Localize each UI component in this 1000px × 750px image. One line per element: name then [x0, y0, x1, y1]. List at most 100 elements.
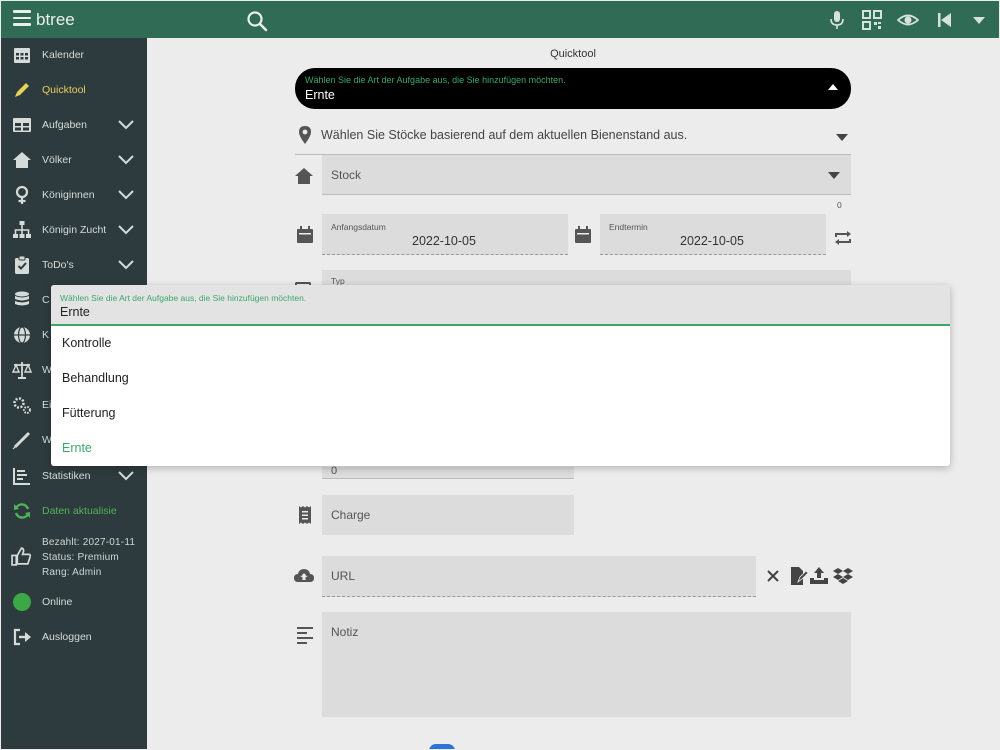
- end-date-value: 2022-10-05: [680, 234, 744, 248]
- type-field[interactable]: Typ: [322, 270, 851, 286]
- home-icon: [13, 152, 31, 168]
- microphone-icon[interactable]: [827, 10, 847, 30]
- sidebar-item-label: Ausloggen: [42, 631, 92, 643]
- sidebar-item-label: Königin Zucht: [42, 224, 107, 236]
- dropbox-icon[interactable]: [833, 566, 853, 586]
- location-select[interactable]: Wählen Sie Stöcke basierend auf dem aktu…: [295, 122, 851, 155]
- caret-down-icon[interactable]: [969, 10, 989, 30]
- toggle-switch[interactable]: [429, 744, 455, 749]
- table-icon: [13, 118, 31, 132]
- chevron-down-icon: [118, 471, 134, 481]
- status-dot-icon: [13, 593, 31, 611]
- task-type-label: Wählen Sie die Art der Aufgabe aus, die …: [305, 75, 566, 85]
- dropdown-option-kontrolle[interactable]: Kontrolle: [62, 336, 111, 350]
- calendar-icon: [575, 226, 591, 243]
- batch-placeholder: Charge: [331, 508, 371, 522]
- calendar-icon: [297, 226, 313, 243]
- url-placeholder: URL: [331, 569, 356, 583]
- align-left-icon: [297, 627, 313, 644]
- amount-value: 0: [331, 465, 338, 477]
- chevron-down-icon: [118, 190, 134, 200]
- search-icon[interactable]: [246, 10, 268, 32]
- caret-down-icon: [836, 134, 848, 141]
- task-type-dropdown: Wählen Sie die Art der Aufgabe aus, die …: [51, 285, 950, 466]
- batch-field[interactable]: Charge: [322, 495, 574, 535]
- caret-down-icon: [828, 172, 840, 179]
- sidebar-item-label: Statistiken: [42, 470, 91, 482]
- sidebar-item-label: Daten aktualisieren: [42, 505, 117, 517]
- dropdown-label: Wählen Sie die Art der Aufgabe aus, die …: [60, 293, 307, 303]
- hive-select-value: Stock: [331, 168, 362, 182]
- sidebar-item-label: Völker: [42, 154, 72, 166]
- dropdown-option-fuetterung[interactable]: Fütterung: [62, 406, 116, 420]
- sidebar-item-ausloggen[interactable]: Ausloggen: [1, 622, 147, 652]
- end-date-field[interactable]: Endtermin 2022-10-05: [600, 214, 826, 255]
- sidebar-item-aufgaben[interactable]: Aufgaben: [1, 110, 147, 140]
- upload-icon[interactable]: [809, 566, 829, 586]
- globe-icon: [14, 326, 30, 344]
- sidebar-item-todos[interactable]: ToDo's: [1, 250, 147, 280]
- dropdown-option-behandlung[interactable]: Behandlung: [62, 371, 129, 385]
- start-date-field[interactable]: Anfangsdatum 2022-10-05: [322, 214, 568, 255]
- sidebar-item-quicktool[interactable]: Quicktool: [1, 75, 147, 105]
- sidebar-item-label: Quicktool: [42, 84, 86, 96]
- app-title: btree: [36, 10, 75, 29]
- page-title: Quicktool: [550, 48, 596, 60]
- cogs-icon: [13, 397, 31, 414]
- scale-icon: [12, 362, 32, 379]
- pencil-icon: [15, 83, 29, 97]
- dropdown-option-ernte[interactable]: Ernte: [62, 441, 92, 455]
- sidebar-item-daten-aktualisieren[interactable]: Daten aktualisieren: [1, 496, 147, 526]
- note-field[interactable]: Notiz: [322, 612, 851, 717]
- sidebar-item-kalender[interactable]: Kalender: [1, 40, 147, 70]
- task-type-select[interactable]: Wählen Sie die Art der Aufgabe aus, die …: [295, 68, 851, 109]
- female-icon: [15, 185, 29, 204]
- sidebar-item-label: ToDo's: [42, 259, 74, 271]
- calendar-icon: [14, 48, 30, 63]
- chart-icon: [13, 468, 30, 485]
- menu-icon[interactable]: [13, 10, 31, 28]
- repeat-icon[interactable]: [833, 228, 853, 248]
- sidebar-item-label: Aufgaben: [42, 119, 87, 131]
- sidebar-item-koeniginnen[interactable]: Königinnen: [1, 180, 147, 210]
- account-rank: Rang: Admin: [42, 567, 102, 578]
- file-edit-icon[interactable]: [788, 566, 808, 586]
- clear-icon[interactable]: [765, 568, 781, 584]
- note-placeholder: Notiz: [331, 625, 359, 639]
- amount-field[interactable]: 0: [322, 465, 574, 479]
- receipt-icon: [299, 506, 311, 524]
- sidebar-item-label: Kalender: [42, 49, 85, 61]
- logout-icon: [13, 628, 31, 646]
- database-icon: [15, 291, 29, 306]
- dropdown-value: Ernte: [60, 305, 90, 319]
- location-hint: Wählen Sie Stöcke basierend auf dem aktu…: [321, 128, 688, 142]
- sidebar-item-label: Königinnen: [42, 189, 95, 201]
- chevron-down-icon: [118, 260, 134, 270]
- url-field[interactable]: URL: [322, 556, 756, 597]
- hive-count: 0: [837, 200, 842, 210]
- qr-code-icon[interactable]: [862, 10, 882, 30]
- account-paid: Bezahlt: 2027-01-11: [42, 537, 136, 548]
- start-date-label: Anfangsdatum: [331, 222, 386, 232]
- thumbs-up-icon: [11, 547, 32, 566]
- cloud-upload-icon: [294, 569, 314, 582]
- sidebar-item-voelker[interactable]: Völker: [1, 145, 147, 175]
- caret-up-icon: [828, 84, 838, 90]
- online-indicator: Online: [1, 587, 147, 617]
- sidebar-item-koenigin-zucht[interactable]: Königin Zucht: [1, 215, 147, 245]
- task-type-value: Ernte: [305, 88, 335, 102]
- chevron-down-icon: [118, 120, 134, 130]
- end-date-label: Endtermin: [609, 222, 648, 232]
- account-status: Status: Premium: [42, 552, 119, 563]
- eye-icon[interactable]: [897, 10, 919, 30]
- hive-select[interactable]: Stock: [322, 155, 851, 195]
- top-bar: btree: [1, 1, 999, 38]
- syringe-icon: [12, 431, 31, 450]
- sitemap-icon: [13, 221, 31, 238]
- chevron-down-icon: [118, 225, 134, 235]
- chevron-down-icon: [118, 155, 134, 165]
- app-frame: btree Kalender Quicktool Aufgaben Völker…: [1, 1, 999, 749]
- sync-icon: [14, 503, 30, 519]
- skip-back-icon[interactable]: [935, 10, 955, 30]
- dropdown-header[interactable]: Wählen Sie die Art der Aufgabe aus, die …: [51, 285, 950, 326]
